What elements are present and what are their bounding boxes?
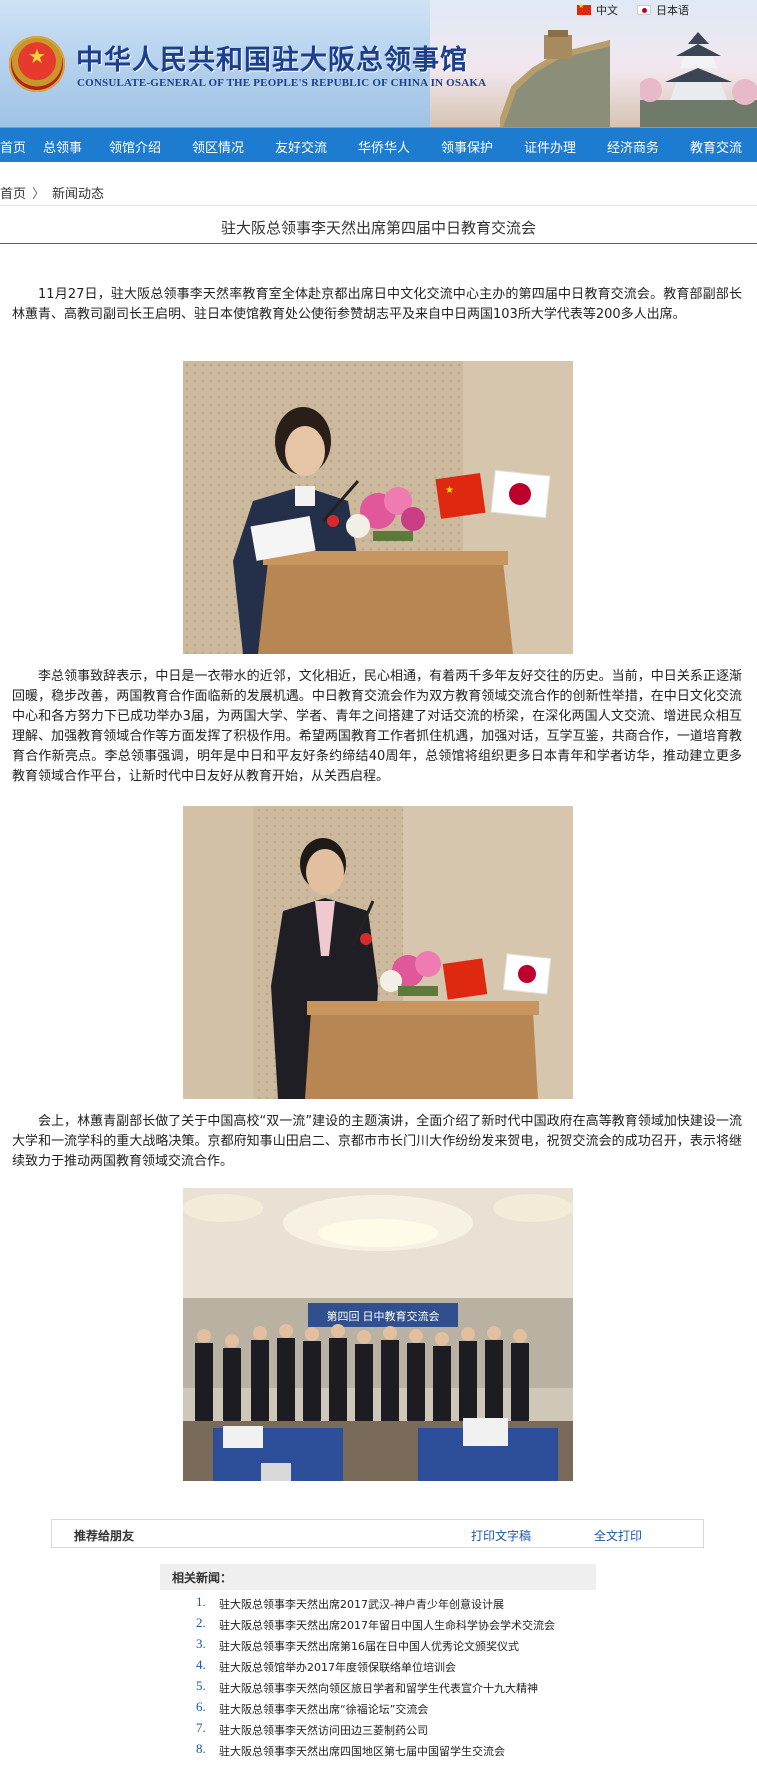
- list-number: 2.: [196, 1615, 206, 1630]
- list-item: 7. 驻大阪总领事李天然访问田边三菱制药公司: [160, 1719, 596, 1740]
- related-news-title: 相关新闻：: [172, 1571, 233, 1585]
- lang-japanese-link[interactable]: 日本语: [637, 2, 689, 18]
- list-number: 8.: [196, 1741, 206, 1756]
- nav-item-education[interactable]: 教育交流: [690, 137, 742, 156]
- list-item: 8. 驻大阪总领事李天然出席四国地区第七届中国留学生交流会: [160, 1740, 596, 1761]
- national-emblem-icon: ★: [9, 36, 65, 92]
- nav-item-overseas-chinese[interactable]: 华侨华人: [358, 137, 410, 156]
- print-full-link[interactable]: 全文打印: [594, 1527, 642, 1544]
- event-banner: 第四回 日中教育交流会: [326, 1309, 439, 1323]
- nav-item-district[interactable]: 领区情况: [192, 137, 244, 156]
- related-news-link[interactable]: 驻大阪总领事李天然出席四国地区第七届中国留学生交流会: [219, 1743, 505, 1759]
- list-number: 4.: [196, 1657, 206, 1672]
- related-news-link[interactable]: 驻大阪总领事李天然访问田边三菱制药公司: [219, 1722, 428, 1738]
- divider: [0, 205, 757, 206]
- article-paragraph: 会上，林蕙青副部长做了关于中国高校“双一流”建设的主题演讲，全面介绍了新时代中国…: [12, 1114, 742, 1169]
- photo-group: 第四回 日中教育交流会: [183, 1188, 573, 1481]
- related-news-link[interactable]: 驻大阪总领馆举办2017年度领保联络单位培训会: [219, 1659, 456, 1675]
- related-news-link[interactable]: 驻大阪总领事李天然出席2017年留日中国人生命科学协会学术交流会: [219, 1617, 555, 1633]
- main-nav: 首页 总领事 领馆介绍 领区情况 友好交流 华侨华人 领事保护 证件办理 经济商…: [0, 127, 757, 162]
- site-title-english: CONSULATE-GENERAL OF THE PEOPLE'S REPUBL…: [77, 77, 487, 89]
- list-number: 6.: [196, 1699, 206, 1714]
- list-item: 6. 驻大阪总领事李天然出席“徐福论坛”交流会: [160, 1698, 596, 1719]
- china-flag-icon: [577, 2, 591, 15]
- nav-item-friendship[interactable]: 友好交流: [275, 137, 327, 156]
- print-text-link[interactable]: 打印文字稿: [471, 1527, 531, 1544]
- site-header: ★ 中华人民共和国驻大阪总领事馆 CONSULATE-GENERAL OF TH…: [0, 0, 757, 127]
- nav-item-consulate-intro[interactable]: 领馆介绍: [109, 137, 161, 156]
- list-number: 7.: [196, 1720, 206, 1735]
- list-number: 5.: [196, 1678, 206, 1693]
- title-divider: [0, 243, 757, 244]
- related-news-link[interactable]: 驻大阪总领事李天然出席第16届在日中国人优秀论文颁奖仪式: [219, 1638, 519, 1654]
- breadcrumb-home-link[interactable]: 首页: [0, 187, 26, 202]
- nav-item-documents[interactable]: 证件办理: [524, 137, 576, 156]
- lang-chinese-link[interactable]: 中文: [577, 2, 618, 18]
- list-number: 3.: [196, 1636, 206, 1651]
- related-news-link[interactable]: 驻大阪总领事李天然向领区旅日学者和留学生代表宣介十九大精神: [219, 1680, 538, 1696]
- list-item: 4. 驻大阪总领馆举办2017年度领保联络单位培训会: [160, 1656, 596, 1677]
- great-wall-illustration: [500, 30, 610, 127]
- svg-text:★: ★: [445, 485, 454, 496]
- breadcrumb-separator-icon: 〉: [32, 187, 46, 202]
- related-news-list: 1. 驻大阪总领事李天然出席2017武汉-神户青少年创意设计展 2. 驻大阪总领事李…: [160, 1593, 596, 1761]
- breadcrumb-section-link[interactable]: 新闻动态: [52, 187, 104, 202]
- article-paragraph: 11月27日，驻大阪总领事李天然率教育室全体赴京都出席日中文化交流中心主办的第四…: [12, 287, 742, 322]
- related-news-header: 相关新闻：: [160, 1564, 596, 1590]
- list-item: 5. 驻大阪总领事李天然向领区旅日学者和留学生代表宣介十九大精神: [160, 1677, 596, 1698]
- related-news-link[interactable]: 驻大阪总领事李天然出席“徐福论坛”交流会: [219, 1701, 428, 1717]
- list-item: 2. 驻大阪总领事李天然出席2017年留日中国人生命科学协会学术交流会: [160, 1614, 596, 1635]
- site-title: 中华人民共和国驻大阪总领事馆: [76, 45, 468, 76]
- share-bar: 推荐给朋友 打印文字稿 全文打印: [51, 1519, 704, 1548]
- article-paragraph: 李总领事致辞表示，中日是一衣带水的近邻，文化相近，民心相通，有着两千多年友好交往…: [12, 669, 742, 784]
- list-item: 3. 驻大阪总领事李天然出席第16届在日中国人优秀论文颁奖仪式: [160, 1635, 596, 1656]
- share-label: 推荐给朋友: [74, 1529, 135, 1543]
- japan-flag-icon: [637, 5, 651, 15]
- photo-speaker-woman: ★: [183, 361, 573, 654]
- list-number: 1.: [196, 1594, 206, 1609]
- osaka-castle-illustration: [640, 32, 757, 127]
- related-news-link[interactable]: 驻大阪总领事李天然出席2017武汉-神户青少年创意设计展: [219, 1596, 504, 1612]
- breadcrumb: 首页〉新闻动态: [0, 183, 104, 202]
- nav-item-consul-general[interactable]: 总领事: [43, 137, 82, 156]
- nav-item-home[interactable]: 首页: [0, 137, 26, 156]
- article-title: 驻大阪总领事李天然出席第四届中日教育交流会: [220, 219, 536, 237]
- photo-speaker-man: [183, 806, 573, 1099]
- nav-item-consular-protection[interactable]: 领事保护: [441, 137, 493, 156]
- list-item: 1. 驻大阪总领事李天然出席2017武汉-神户青少年创意设计展: [160, 1593, 596, 1614]
- nav-item-economy[interactable]: 经济商务: [607, 137, 659, 156]
